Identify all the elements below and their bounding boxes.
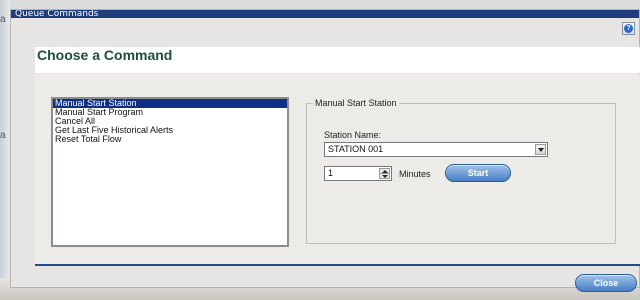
minutes-value: 1 [328,168,334,178]
group-title: Manual Start Station [313,98,399,108]
background-text-1: a [0,14,6,25]
close-button[interactable]: Close [575,274,637,292]
manual-start-station-group: Manual Start Station Station Name: STATI… [306,98,616,244]
content-panel: Manual Start Station Manual Start Progra… [35,74,640,264]
stepper-down-icon[interactable] [379,173,390,179]
station-select-value: STATION 001 [328,144,384,154]
minutes-label: Minutes [399,169,431,179]
queue-commands-dialog: Queue Commands ? Choose a Command Manual… [10,9,640,292]
command-list[interactable]: Manual Start Station Manual Start Progra… [51,97,289,247]
start-button[interactable]: Start [445,164,511,182]
station-name-label: Station Name: [324,130,382,140]
dialog-titlebar: Queue Commands [11,10,639,18]
minutes-stepper[interactable]: 1 [324,166,392,181]
list-item[interactable]: Reset Total Flow [53,135,287,144]
help-icon: ? [624,24,633,33]
footer-divider [35,264,640,266]
help-button[interactable]: ? [622,22,635,35]
background-text-2: a [0,130,6,141]
background-strip [0,0,10,300]
page-title: Choose a Command [37,47,173,63]
chevron-down-icon[interactable] [535,144,546,155]
station-name-select[interactable]: STATION 001 [324,142,548,157]
